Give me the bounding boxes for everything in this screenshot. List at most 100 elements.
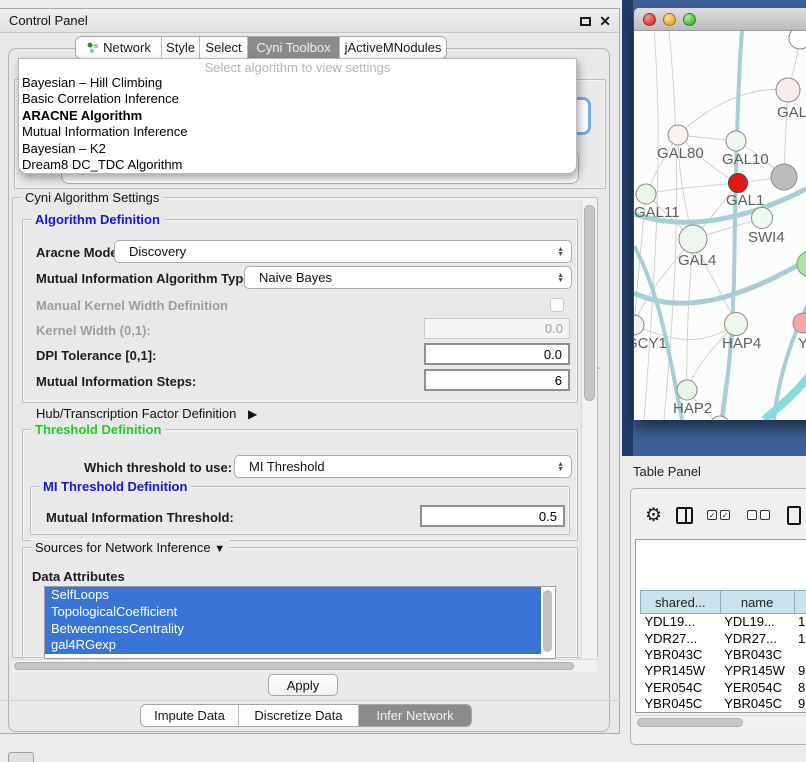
table-row[interactable]: YBR043CYBR043C bbox=[641, 646, 806, 662]
close-icon[interactable]: ✕ bbox=[599, 14, 611, 28]
desktop-shadow bbox=[622, 0, 633, 456]
tab-impute-data[interactable]: Impute Data bbox=[141, 705, 239, 726]
algorithm-option[interactable]: Basic Correlation Inference bbox=[19, 91, 576, 107]
sources-title[interactable]: Sources for Network Inference ▼ bbox=[31, 540, 229, 555]
tab-discretize-data[interactable]: Discretize Data bbox=[239, 705, 359, 726]
table-row[interactable]: YBR045CYBR045C9. bbox=[641, 695, 806, 711]
node-label: GAL bbox=[777, 104, 806, 121]
column-header[interactable]: A bbox=[794, 591, 806, 614]
attribute-list-item[interactable]: SelfLoops bbox=[45, 587, 541, 604]
node-label: HAP2 bbox=[673, 400, 712, 417]
network-node[interactable] bbox=[771, 164, 797, 190]
table-scrollbar-thumb[interactable] bbox=[637, 718, 743, 727]
tab-style[interactable]: Style bbox=[162, 37, 200, 58]
data-attributes-list[interactable]: SelfLoopsTopologicalCoefficientBetweenne… bbox=[44, 586, 556, 659]
settings-vertical-scrollbar[interactable] bbox=[581, 199, 597, 658]
split-columns-icon[interactable] bbox=[676, 507, 693, 524]
network-node-gal[interactable] bbox=[776, 78, 800, 102]
manual-kernel-width-checkbox[interactable] bbox=[550, 298, 564, 312]
mi-algorithm-type-combo[interactable]: Naive Bayes ▲▼ bbox=[244, 266, 572, 289]
network-node-gal10[interactable] bbox=[726, 131, 746, 151]
attribute-list-item[interactable]: TopologicalCoefficient bbox=[45, 604, 541, 621]
network-node-gcy1[interactable] bbox=[634, 315, 644, 335]
column-header[interactable]: name bbox=[720, 591, 794, 614]
mi-threshold-definition-title: MI Threshold Definition bbox=[39, 479, 191, 494]
algorithm-option[interactable]: Dream8 DC_TDC Algorithm bbox=[19, 157, 576, 173]
network-view-window[interactable]: GALGAL80GAL10GAL1GAL11SWI4GAL4GCY1HAP4YH… bbox=[634, 8, 806, 420]
table-row[interactable]: YBL079WYBL079W bbox=[641, 712, 806, 713]
which-threshold-combo[interactable]: MI Threshold ▲▼ bbox=[234, 455, 572, 478]
network-node-hap2[interactable] bbox=[677, 380, 697, 400]
table-row[interactable]: YDR27...YDR27...12 bbox=[641, 630, 806, 646]
tab-cyni-toolbox[interactable]: Cyni Toolbox bbox=[248, 37, 340, 58]
aracne-mode-combo[interactable]: Discovery ▲▼ bbox=[114, 240, 572, 263]
network-node-swi4[interactable] bbox=[752, 208, 773, 229]
algorithm-option[interactable]: ARACNE Algorithm bbox=[19, 108, 576, 124]
network-edge[interactable] bbox=[678, 89, 788, 135]
algorithm-definition-title: Algorithm Definition bbox=[31, 212, 164, 227]
table-horizontal-scrollbar[interactable] bbox=[635, 715, 806, 729]
horizontal-scrollbar-thumb[interactable] bbox=[14, 662, 574, 670]
kernel-width-label: Kernel Width (0,1): bbox=[36, 323, 151, 338]
network-edge[interactable] bbox=[646, 183, 738, 194]
node-label: GCY1 bbox=[634, 335, 667, 352]
algorithm-option[interactable]: Mutual Information Inference bbox=[19, 124, 576, 140]
close-traffic-light-icon[interactable] bbox=[643, 13, 656, 26]
network-node-gal11[interactable] bbox=[636, 184, 656, 204]
mi-threshold-field[interactable]: 0.5 bbox=[420, 505, 565, 527]
node-label: GAL80 bbox=[657, 145, 704, 162]
settings-horizontal-scrollbar[interactable] bbox=[12, 659, 597, 672]
mi-steps-field[interactable]: 6 bbox=[424, 369, 570, 391]
dropdown-prompt: Select algorithm to view settings bbox=[19, 59, 576, 75]
algorithm-option[interactable]: Bayesian – Hill Climbing bbox=[19, 75, 576, 91]
network-node-gal4[interactable] bbox=[679, 225, 707, 253]
tab-jactivemnodules[interactable]: jActiveMNodules bbox=[340, 37, 446, 58]
kernel-width-field[interactable]: 0.0 bbox=[424, 318, 570, 339]
select-all-checkboxes-icon[interactable]: ✓✓ bbox=[707, 510, 733, 520]
network-node[interactable] bbox=[797, 251, 806, 277]
column-header[interactable]: shared... bbox=[641, 591, 721, 614]
network-edge[interactable] bbox=[634, 253, 806, 303]
zoom-traffic-light-icon[interactable] bbox=[683, 13, 696, 26]
attribute-list-item[interactable]: gal4RGexp bbox=[45, 637, 541, 654]
expander-down-icon[interactable]: ▼ bbox=[214, 543, 225, 555]
settings-gear-icon[interactable]: ⚙ bbox=[645, 506, 662, 525]
network-node-gal80[interactable] bbox=[668, 125, 688, 145]
apply-button[interactable]: Apply bbox=[268, 674, 338, 696]
attribute-list-item[interactable]: BetweennessCentrality bbox=[45, 621, 541, 638]
algorithm-option[interactable]: Bayesian – K2 bbox=[19, 141, 576, 157]
network-node-hap4[interactable] bbox=[725, 313, 748, 336]
cyni-mode-tabs: Impute DataDiscretize DataInfer Network bbox=[140, 704, 472, 727]
minimize-traffic-light-icon[interactable] bbox=[663, 13, 676, 26]
network-edge[interactable] bbox=[644, 31, 658, 420]
node-label: GAL4 bbox=[678, 252, 716, 269]
screen: Control Panel ✕ NetworkStyleSelectCyni T… bbox=[0, 0, 806, 762]
vertical-scrollbar-thumb[interactable] bbox=[584, 205, 595, 401]
tab-network[interactable]: Network bbox=[76, 37, 162, 58]
cut-off-button[interactable] bbox=[8, 752, 34, 762]
table-row[interactable]: YER054CYER054C8. bbox=[641, 679, 806, 695]
node-label: Y bbox=[798, 335, 806, 352]
splitter-handle[interactable]: ˜ bbox=[597, 366, 604, 374]
table-row[interactable]: YPR145WYPR145W9. bbox=[641, 663, 806, 679]
network-canvas[interactable]: GALGAL80GAL10GAL1GAL11SWI4GAL4GCY1HAP4YH… bbox=[634, 31, 806, 420]
control-panel-titlebar[interactable]: Control Panel ✕ bbox=[0, 9, 619, 33]
network-edge[interactable] bbox=[764, 369, 806, 420]
document-icon[interactable] bbox=[787, 506, 801, 525]
hub-definition-expander[interactable]: Hub/Transcription Factor Definition ▶ bbox=[36, 406, 257, 421]
network-node[interactable] bbox=[789, 31, 806, 49]
dpi-tolerance-label: DPI Tolerance [0,1]: bbox=[36, 348, 156, 363]
list-scrollbar-thumb[interactable] bbox=[543, 590, 552, 652]
manual-kernel-width-label: Manual Kernel Width Definition bbox=[36, 298, 228, 313]
tab-select[interactable]: Select bbox=[200, 37, 248, 58]
deselect-checkboxes-icon[interactable] bbox=[747, 510, 773, 520]
dpi-tolerance-field[interactable]: 0.0 bbox=[424, 343, 570, 365]
table-panel: ⚙ ✓✓ shared...nameA YDL19...YDL19...13YD… bbox=[630, 488, 806, 745]
float-window-icon[interactable] bbox=[580, 17, 591, 26]
network-window-titlebar[interactable] bbox=[634, 8, 806, 31]
tab-infer-network[interactable]: Infer Network bbox=[359, 705, 471, 726]
table-row[interactable]: YDL19...YDL19...13 bbox=[641, 614, 806, 630]
stepper-arrows-icon: ▲▼ bbox=[557, 247, 564, 257]
network-node-gal1[interactable] bbox=[729, 174, 748, 193]
expander-right-icon[interactable]: ▶ bbox=[248, 407, 257, 421]
